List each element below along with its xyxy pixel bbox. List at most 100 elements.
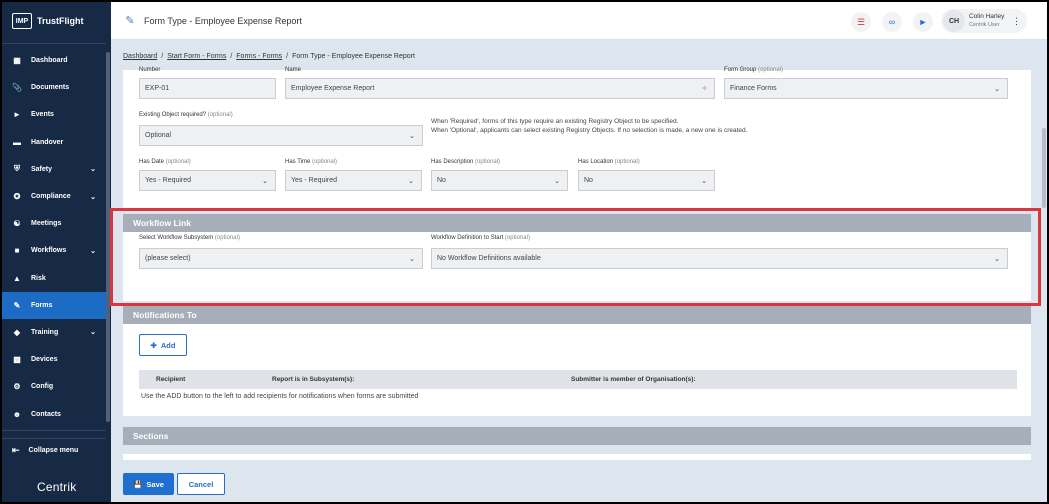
highlight-box — [110, 208, 1041, 306]
sidebar-item-label: Events — [31, 111, 54, 119]
resize-handle-icon: ≑ — [701, 86, 707, 92]
name-value: Employee Expense Report — [291, 85, 375, 92]
brand[interactable]: IMP TrustFlight — [2, 2, 111, 40]
name-field[interactable]: Employee Expense Report ≑ — [285, 78, 715, 99]
chevron-down-icon: ⌄ — [90, 166, 96, 174]
link-button[interactable]: ∞ — [882, 12, 902, 32]
brand-name: TrustFlight — [37, 16, 84, 26]
breadcrumb-sep: / — [161, 53, 164, 60]
column-header: Recipient — [156, 376, 186, 383]
more-vertical-icon[interactable]: ⋮ — [1012, 16, 1021, 27]
optional-tag: (optional) — [614, 159, 640, 165]
collapse-menu-label: Collapse menu — [28, 447, 79, 454]
breadcrumb-link[interactable]: Start Form - Forms — [167, 53, 226, 60]
app-window: IMP TrustFlight ▦ Dashboard 📎 Documents … — [2, 2, 1047, 502]
chevron-down-icon: ⌄ — [90, 247, 96, 255]
sidebar-item-label: Training — [31, 328, 59, 336]
number-label: Number — [139, 67, 160, 73]
graduation-cap-icon: ◆ — [13, 327, 21, 337]
optional-tag: (optional) — [165, 159, 191, 165]
sidebar-item-events[interactable]: ► Events — [2, 101, 106, 128]
compliance-icon: ✪ — [13, 192, 21, 202]
help-line: When 'Required', forms of this type requ… — [431, 118, 679, 125]
breadcrumb-link[interactable]: Dashboard — [123, 53, 157, 60]
sidebar: IMP TrustFlight ▦ Dashboard 📎 Documents … — [2, 2, 111, 502]
collapse-icon: ⇤ — [12, 445, 20, 455]
stack-icon: ☰ — [856, 16, 866, 27]
dashboard-icon: ▦ — [13, 56, 21, 66]
optional-tag: (optional) — [312, 159, 338, 165]
form-edit-icon: ✎ — [125, 15, 135, 27]
add-recipient-button[interactable]: ✚ Add — [139, 334, 187, 356]
label-text: Number — [139, 67, 161, 73]
sidebar-item-documents[interactable]: 📎 Documents — [2, 74, 106, 101]
user-name: Colin Harley — [969, 13, 1005, 20]
has-description-value: No — [437, 177, 446, 184]
form-group-select[interactable]: Finance Forms ⌄ — [724, 78, 1008, 99]
empty-state-text: Use the ADD button to the left to add re… — [141, 393, 419, 400]
announcement-button[interactable]: ► — [913, 12, 933, 32]
column-header: Report is in Subsystem(s): — [272, 376, 355, 383]
optional-tag: (optional) — [207, 112, 233, 118]
optional-tag: (optional) — [475, 159, 501, 165]
sidebar-item-label: Config — [31, 383, 54, 391]
sidebar-item-label: Workflows — [31, 247, 67, 255]
breadcrumb-current: Form Type - Employee Expense Report — [292, 53, 415, 60]
has-date-value: Yes - Required — [145, 177, 192, 184]
notifications-card: ✚ Add Recipient Report is in Subsystem(s… — [123, 324, 1031, 416]
has-date-label: Has Date (optional) — [139, 159, 191, 165]
sidebar-item-safety[interactable]: ⛨ Safety ⌄ — [2, 156, 106, 183]
has-time-label: Has Time (optional) — [285, 159, 337, 165]
user-role: Centrik User — [969, 22, 1000, 28]
existing-object-select[interactable]: Optional ⌄ — [139, 125, 423, 146]
user-menu[interactable]: CH Colin Harley Centrik User ⋮ — [941, 9, 1027, 33]
cancel-button[interactable]: Cancel — [177, 473, 225, 495]
breadcrumb-link[interactable]: Forms - Forms — [236, 53, 282, 60]
sidebar-divider — [2, 438, 106, 439]
sidebar-item-handover[interactable]: ▬ Handover — [2, 129, 106, 156]
help-line: When 'Optional', applicants can select e… — [431, 127, 748, 134]
add-label: Add — [160, 340, 176, 350]
shield-icon: ⛨ — [14, 164, 20, 174]
form-group-label: Form Group (optional) — [724, 67, 783, 73]
forms-icon: ✎ — [13, 300, 21, 310]
sidebar-item-config[interactable]: ⚙ Config — [2, 373, 106, 400]
label-text: Has Time — [285, 159, 311, 165]
existing-object-label: Existing Object required? (optional) — [139, 112, 233, 118]
number-field[interactable]: EXP-01 — [139, 78, 276, 99]
stack-icon-button[interactable]: ☰ — [851, 12, 871, 32]
config-icon: ⚙ — [13, 382, 21, 392]
sidebar-item-dashboard[interactable]: ▦ Dashboard — [2, 47, 106, 74]
has-description-label: Has Description (optional) — [431, 159, 500, 165]
form-group-value: Finance Forms — [730, 85, 777, 92]
sidebar-item-forms[interactable]: ✎ Forms — [2, 291, 106, 319]
notifications-table-header: Recipient Report is in Subsystem(s): Sub… — [139, 370, 1017, 389]
sidebar-item-training[interactable]: ◆ Training ⌄ — [2, 319, 106, 346]
has-date-select[interactable]: Yes - Required ⌄ — [139, 170, 276, 191]
sidebar-item-devices[interactable]: ▩ Devices — [2, 346, 106, 373]
form-details-card: Number EXP-01 Name Employee Expense Repo… — [123, 67, 1031, 208]
collapse-menu-button[interactable]: ⇤ Collapse menu — [12, 445, 78, 456]
content-scrollbar[interactable] — [1042, 128, 1046, 208]
sidebar-item-label: Documents — [31, 84, 70, 92]
sidebar-item-compliance[interactable]: ✪ Compliance ⌄ — [2, 183, 106, 210]
megaphone-icon: ► — [13, 110, 21, 120]
sidebar-item-risk[interactable]: ▲ Risk — [2, 265, 106, 292]
sidebar-item-workflows[interactable]: ■ Workflows ⌄ — [2, 237, 106, 264]
sidebar-item-meetings[interactable]: ☯ Meetings — [2, 210, 106, 237]
sidebar-item-contacts[interactable]: ☻ Contacts — [2, 400, 106, 427]
chevron-down-icon: ⌄ — [408, 177, 414, 185]
sections-header: Sections — [123, 427, 1031, 445]
megaphone-icon: ► — [918, 17, 928, 27]
has-description-select[interactable]: No ⌄ — [431, 170, 568, 191]
has-time-select[interactable]: Yes - Required ⌄ — [285, 170, 422, 191]
chevron-down-icon: ⌄ — [994, 85, 1000, 93]
save-button[interactable]: 💾 Save — [123, 473, 174, 495]
label-text: Existing Object required? — [139, 112, 207, 118]
breadcrumb-sep: / — [230, 53, 233, 60]
paperclip-icon: 📎 — [12, 83, 22, 93]
breadcrumb: Dashboard / Start Form - Forms / Forms - For… — [123, 53, 415, 60]
has-location-select[interactable]: No ⌄ — [578, 170, 715, 191]
avatar: CH — [943, 10, 965, 32]
notifications-header: Notifications To — [123, 306, 1031, 324]
